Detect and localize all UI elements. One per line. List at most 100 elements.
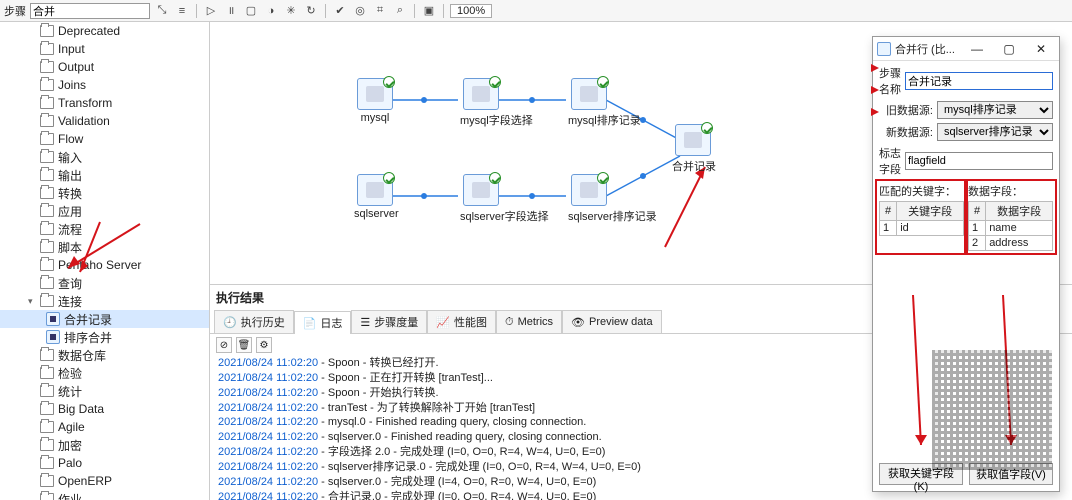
folder-icon [40,385,54,397]
table-row[interactable]: 2address [969,236,1053,251]
tree-item[interactable]: 统计 [0,382,209,400]
node-label: sqlserver [354,208,396,220]
dialog-titlebar[interactable]: 合并行 (比... — ▢ ✕ [873,37,1059,61]
tree-label: OpenERP [58,474,112,488]
clear-log-icon[interactable]: ⊘ [216,337,232,353]
tree-label: 输入 [58,149,82,166]
toolbar-separator-4 [443,4,444,18]
tab-perf[interactable]: 📈性能图 [427,310,496,333]
flag-field-input[interactable] [905,152,1053,170]
pause-icon[interactable]: ॥ [223,3,239,19]
tree-item[interactable]: 检验 [0,364,209,382]
old-source-select[interactable]: mysql排序记录 [937,101,1053,119]
folder-icon [40,43,54,55]
tree-item[interactable]: 查询 [0,274,209,292]
tree-item[interactable]: 合并记录 [0,310,209,328]
minimize-icon[interactable]: — [963,39,991,59]
node-label: mysql排序记录 [568,112,610,128]
folder-icon [40,259,54,271]
tree-item[interactable]: Joins [0,76,209,94]
key-fields-table[interactable]: 匹配的关键字： #关键字段 1id [879,183,964,251]
delete-icon[interactable]: 🗑 [236,337,252,353]
tree-item[interactable]: 应用 [0,202,209,220]
impact-icon[interactable]: ◎ [352,3,368,19]
node-merge-rows[interactable]: 合并记录 [672,124,714,174]
log-timestamp: 2021/08/24 11:02:20 [218,387,318,399]
key-fields-header: 匹配的关键字： [879,183,964,201]
settings-icon[interactable]: ⚙ [256,337,272,353]
tree-item[interactable]: 加密 [0,436,209,454]
node-sqlserver[interactable]: sqlserver [354,174,396,220]
annotation-arrow-icon [871,108,879,116]
explore-icon[interactable]: ⌕ [392,3,408,19]
node-mysql[interactable]: mysql [354,78,396,124]
replay-icon[interactable]: ↻ [303,3,319,19]
value-fields-table[interactable]: 数据字段： #数据字段 1name2address [968,183,1053,251]
sql-icon[interactable]: ⌗ [372,3,388,19]
folder-icon [40,133,54,145]
preview-icon[interactable]: ◑ [263,3,279,19]
node-mysql-select[interactable]: mysql字段选择 [460,78,502,128]
tab-exec-history[interactable]: 🕘执行历史 [214,310,294,333]
tree-item[interactable]: Big Data [0,400,209,418]
tree-collapse-icon[interactable]: ≡ [174,3,190,19]
sort-rows-icon [571,174,607,206]
node-sqlserver-select[interactable]: sqlserver字段选择 [460,174,502,224]
tab-metrics[interactable]: ☰步骤度量 [351,310,427,333]
node-label: 合并记录 [672,158,714,174]
tree-item[interactable]: Validation [0,112,209,130]
new-source-select[interactable]: sqlserver排序记录 [937,123,1053,141]
tree-item[interactable]: Deprecated [0,22,209,40]
maximize-icon[interactable]: ▢ [995,39,1023,59]
tree-item[interactable]: 转换 [0,184,209,202]
tree-item[interactable]: 输出 [0,166,209,184]
tree-item[interactable]: 流程 [0,220,209,238]
tab-metrics2[interactable]: ⏱Metrics [496,310,562,333]
chevron-down-icon: ▾ [28,296,40,307]
node-mysql-sort[interactable]: mysql排序记录 [568,78,610,128]
tick-icon [383,76,395,88]
toolbar-separator-2 [325,4,326,18]
tree-item[interactable]: 作业 [0,490,209,500]
tree-item[interactable]: 输入 [0,148,209,166]
node-sqlserver-sort[interactable]: sqlserver排序记录 [568,174,610,224]
verify-icon[interactable]: ✔ [332,3,348,19]
folder-icon [40,169,54,181]
tab-preview[interactable]: 👁Preview data [562,310,662,333]
zoom-combo[interactable]: 100% [450,4,492,18]
tree-item[interactable]: Flow [0,130,209,148]
tree-item[interactable]: 数据仓库 [0,346,209,364]
tree-item[interactable]: Pentaho Server [0,256,209,274]
eye-icon: 👁 [571,316,585,329]
step-tree-panel[interactable]: DeprecatedInputOutputJoinsTransform Valid… [0,22,210,500]
show-results-icon[interactable]: ▣ [421,3,437,19]
log-icon: 📄 [303,317,317,330]
table-row[interactable]: 1id [880,221,964,236]
tree-item[interactable]: Agile [0,418,209,436]
table-row[interactable]: 1name [969,221,1053,236]
run-icon[interactable]: ▷ [203,3,219,19]
tree-label: Big Data [58,402,104,416]
tree-item[interactable]: Output [0,58,209,76]
stop-icon[interactable]: ▢ [243,3,259,19]
tree-expand-icon[interactable]: ⤡ [154,3,170,19]
tree-item[interactable]: Input [0,40,209,58]
debug-icon[interactable]: ✳ [283,3,299,19]
tab-log[interactable]: 📄日志 [294,311,352,334]
tree-label: Validation [58,114,110,128]
tree-item[interactable]: Palo [0,454,209,472]
tree-folder-连接-open[interactable]: ▾ 连接 [0,292,209,310]
tree-label: 转换 [58,185,82,202]
close-icon[interactable]: ✕ [1027,39,1055,59]
steps-search-input[interactable] [30,3,150,19]
folder-icon [40,61,54,73]
tree-item[interactable]: 脚本 [0,238,209,256]
top-toolbar: 步骤 ⤡ ≡ ▷ ॥ ▢ ◑ ✳ ↻ ✔ ◎ ⌗ ⌕ ▣ 100% [0,0,1072,22]
step-name-input[interactable] [905,72,1053,90]
tree-label: 排序合并 [64,329,112,346]
tree-item[interactable]: 排序合并 [0,328,209,346]
toolbar-separator [196,4,197,18]
tree-item[interactable]: Transform [0,94,209,112]
tree-label: Flow [58,132,83,146]
tree-item[interactable]: OpenERP [0,472,209,490]
